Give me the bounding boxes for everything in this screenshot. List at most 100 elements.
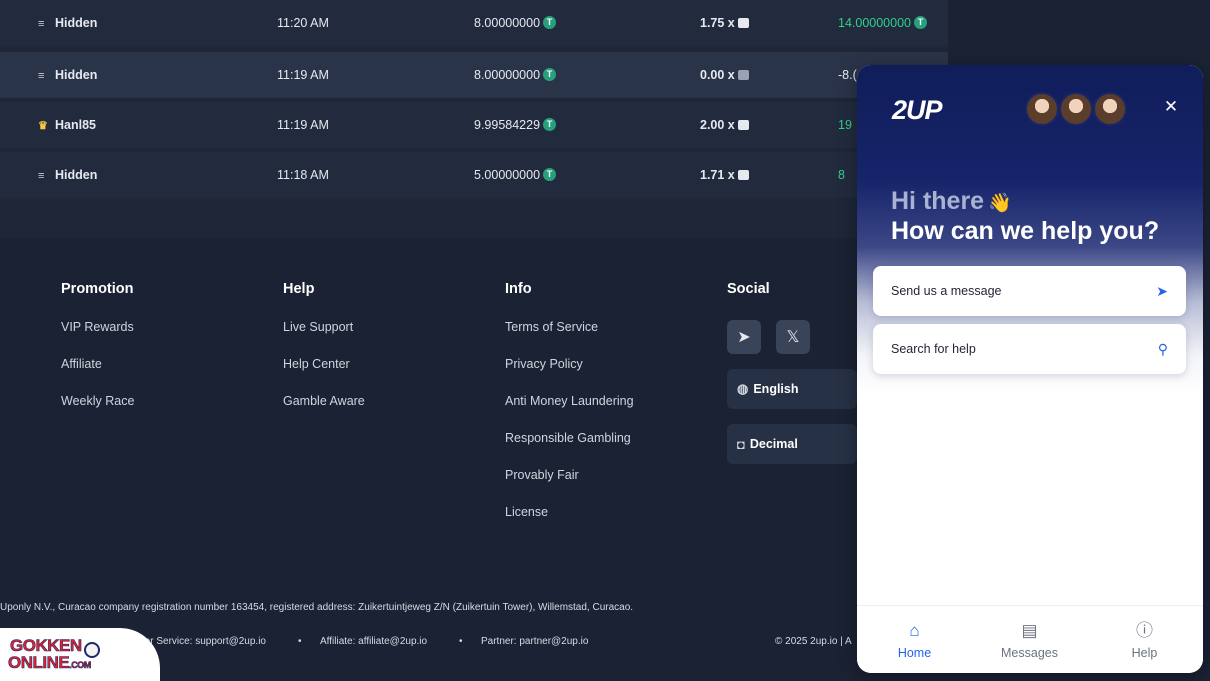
bet-amount-cell: 5.00000000 T [474, 152, 557, 198]
close-icon[interactable]: ✕ [1161, 97, 1181, 117]
user-name: Hidden [55, 168, 98, 182]
footer-promotion-column: Promotion VIP Rewards Affiliate Weekly R… [61, 281, 134, 431]
user-name: Hidden [55, 16, 98, 30]
footer-link-help-center[interactable]: Help Center [283, 357, 365, 373]
bet-amount: 8.00000000 [474, 68, 541, 82]
bet-amount-cell: 8.00000000 T [474, 0, 557, 46]
bet-amount-cell: 9.99584229 T [474, 102, 557, 148]
x-twitter-button[interactable]: 𝕏 [776, 320, 810, 354]
watermark-suffix: .COM [69, 660, 92, 671]
wave-icon: 👋 [988, 193, 1012, 214]
language-select[interactable]: ◍ English [727, 369, 857, 409]
hidden-user-icon: ≡ [38, 170, 45, 182]
table-row: ≡ Hidden 11:19 AM 8.00000000 T 0.00 x -8.( [0, 52, 948, 98]
separator: • [459, 636, 463, 647]
nav-home[interactable]: ⌂ Home [857, 606, 972, 673]
nav-help[interactable]: ⓘ Help [1087, 606, 1202, 673]
bet-amount: 8.00000000 [474, 16, 541, 30]
help-icon: ⓘ [1136, 621, 1153, 640]
multiplier: 1.75 x [700, 16, 735, 30]
time-cell: 11:19 AM [277, 118, 329, 132]
avatar [1059, 92, 1093, 126]
nav-help-label: Help [1131, 646, 1158, 660]
footer-link-provably-fair[interactable]: Provably Fair [505, 468, 634, 484]
chat-greeting: Hi there 👋 [891, 187, 1012, 216]
footer-help-column: Help Live Support Help Center Gamble Awa… [283, 281, 365, 431]
multiplier-cell: 0.00 x [700, 52, 749, 98]
home-icon: ⌂ [909, 621, 920, 640]
odds-format-value: Decimal [749, 437, 798, 451]
chart-icon [737, 169, 749, 180]
search-help-label: Search for help [891, 342, 976, 356]
copyright: © 2025 2up.io | A [775, 636, 852, 647]
multiplier-cell: 1.75 x [700, 0, 749, 46]
separator: • [298, 636, 302, 647]
nav-home-label: Home [897, 646, 932, 660]
table-row: ♛ Hanl85 11:19 AM 9.99584229 T 2.00 x 19 [0, 102, 948, 148]
footer-link-affiliate[interactable]: Affiliate [61, 357, 134, 373]
language-value: English [753, 382, 799, 396]
footer-info-column: Info Terms of Service Privacy Policy Ant… [505, 281, 634, 542]
footer-link-terms[interactable]: Terms of Service [505, 320, 634, 336]
crown-icon: ♛ [38, 120, 48, 132]
footer-heading-help: Help [283, 281, 315, 297]
payout-cell: 14.00000000 T [838, 0, 927, 46]
multiplier: 2.00 x [700, 118, 735, 132]
messages-icon: ▤ [1021, 621, 1038, 640]
chart-icon [737, 69, 749, 80]
bet-amount-cell: 8.00000000 T [474, 52, 557, 98]
nav-messages-label: Messages [1001, 646, 1058, 660]
footer-link-responsible-gambling[interactable]: Responsible Gambling [505, 431, 634, 447]
payout-cell: 8 [838, 168, 845, 182]
chat-brand-logo: 2UP [892, 95, 943, 125]
table-row: ≡ Hidden 11:20 AM 8.00000000 T 1.75 x 14.0… [0, 0, 948, 46]
usdt-coin-icon: T [543, 16, 557, 30]
watermark-logo: GOKKEN ONLINE.COM [0, 628, 160, 681]
legal-text: Uponly N.V., Curacao company registratio… [0, 602, 634, 613]
send-icon: ➤ [1156, 282, 1168, 299]
user-cell: ≡ Hidden [38, 52, 97, 98]
time-cell: 11:20 AM [277, 16, 329, 30]
user-name: Hanl85 [55, 118, 96, 132]
footer-link-license[interactable]: License [505, 505, 634, 521]
avatar [1093, 92, 1127, 126]
footer-heading-social: Social [727, 281, 770, 297]
footer-link-aml[interactable]: Anti Money Laundering [505, 394, 634, 410]
hidden-user-icon: ≡ [38, 18, 45, 30]
send-message-button[interactable]: Send us a message ➤ [873, 266, 1186, 316]
footer-social-column: Social [727, 281, 770, 320]
footer-link-gamble-aware[interactable]: Gamble Aware [283, 394, 365, 410]
nav-messages[interactable]: ▤ Messages [972, 606, 1087, 673]
greeting-text: Hi there [891, 187, 985, 215]
payout-cell: -8.( [838, 68, 857, 82]
footer-link-weekly-race[interactable]: Weekly Race [61, 394, 134, 410]
telegram-button[interactable]: ➤ [727, 320, 761, 354]
avatar [1025, 92, 1059, 126]
multiplier: 1.71 x [700, 168, 735, 182]
hidden-user-icon: ≡ [38, 70, 45, 82]
bets-table: ≡ Hidden 11:20 AM 8.00000000 T 1.75 x 14.0… [0, 0, 948, 238]
bet-amount: 5.00000000 [474, 168, 541, 182]
x-icon: 𝕏 [786, 329, 800, 346]
footer-link-vip-rewards[interactable]: VIP Rewards [61, 320, 134, 336]
user-cell: ♛ Hanl85 [38, 102, 96, 148]
odds-format-select[interactable]: ◘ Decimal [727, 424, 857, 464]
chat-headline: How can we help you? [891, 217, 1160, 245]
usdt-coin-icon: T [543, 68, 557, 82]
footer-link-live-support[interactable]: Live Support [283, 320, 365, 336]
user-name: Hidden [55, 68, 98, 82]
footer-heading-promotion: Promotion [61, 281, 134, 297]
search-help-button[interactable]: Search for help ⚲ [873, 324, 1186, 374]
user-cell: ≡ Hidden [38, 0, 97, 46]
multiplier-cell: 2.00 x [700, 102, 749, 148]
support-chat-widget: 2UP ✕ Hi there 👋 How can we help you? Sen… [857, 65, 1203, 673]
partner-email[interactable]: Partner: partner@2up.io [481, 636, 588, 647]
usdt-coin-icon: T [914, 16, 927, 30]
search-icon: ⚲ [1157, 340, 1168, 357]
affiliate-email[interactable]: Affiliate: affiliate@2up.io [320, 636, 427, 647]
telegram-icon: ➤ [737, 329, 751, 346]
usdt-coin-icon: T [543, 168, 557, 182]
usdt-coin-icon: T [543, 118, 557, 132]
chat-bottom-nav: ⌂ Home ▤ Messages ⓘ Help [857, 605, 1203, 673]
footer-link-privacy[interactable]: Privacy Policy [505, 357, 634, 373]
